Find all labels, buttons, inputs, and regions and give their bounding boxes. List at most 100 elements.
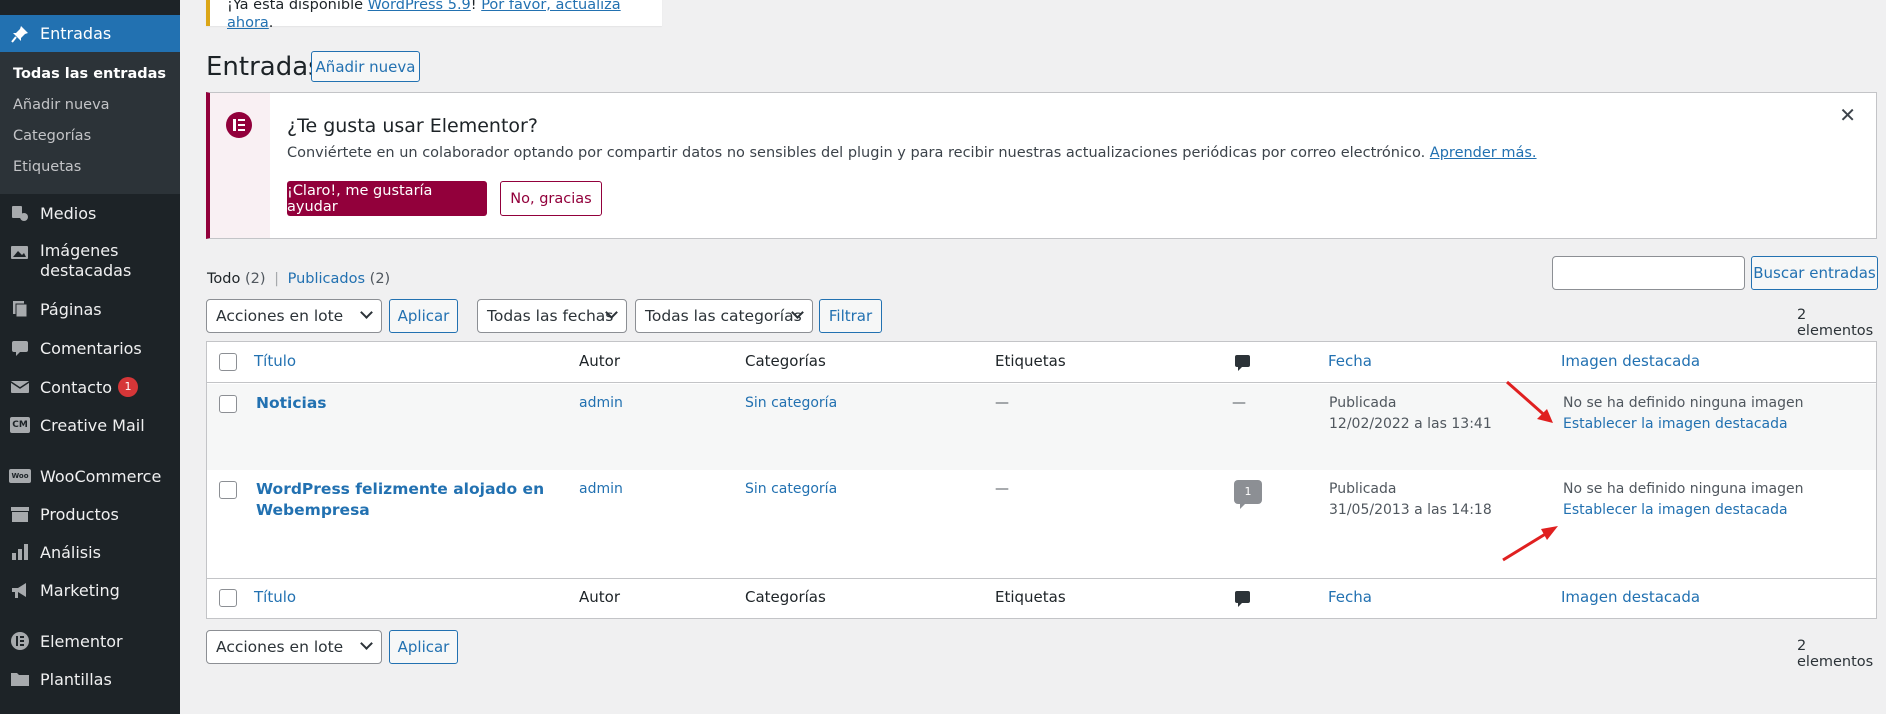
sidebar-item-contacto[interactable]: Contacto 1 <box>0 375 180 399</box>
sidebar-item-marketing[interactable]: Marketing <box>0 578 180 602</box>
search-input[interactable] <box>1552 256 1745 290</box>
elementor-notice-title: ¿Te gusta usar Elementor? <box>287 115 538 137</box>
sidebar-item-label: Marketing <box>40 580 120 600</box>
update-notice-text: ¡Ya está disponible <box>227 0 368 13</box>
set-featured-image-link[interactable]: Establecer la imagen destacada <box>1563 414 1788 435</box>
search-posts-button[interactable]: Buscar entradas <box>1751 256 1878 290</box>
bulk-actions-select-bottom[interactable]: Acciones en lote <box>206 630 382 664</box>
sidebar-item-analisis[interactable]: Análisis <box>0 540 180 564</box>
submenu-anadir-nueva[interactable]: Añadir nueva <box>13 97 110 113</box>
chevron-down-icon <box>360 637 373 650</box>
elementor-notice-description-text: Conviértete en un colaborador optando po… <box>287 145 1426 161</box>
select-all-checkbox[interactable] <box>219 353 237 371</box>
sidebar-item-label: Creative Mail <box>40 415 145 435</box>
submenu-todas-las-entradas[interactable]: Todas las entradas <box>13 66 166 82</box>
mail-icon <box>0 378 40 396</box>
view-published-count: (2) <box>369 271 391 287</box>
woo-icon: Woo <box>0 469 40 483</box>
sidebar-item-woocommerce[interactable]: Woo WooCommerce <box>0 464 180 488</box>
table-row: WordPress felizmente alojado en Webempres… <box>207 470 1876 578</box>
column-author: Autor <box>579 588 620 606</box>
learn-more-link[interactable]: Aprender más. <box>1430 145 1537 161</box>
add-new-button[interactable]: Añadir nueva <box>311 51 420 82</box>
sidebar-item-elementor[interactable]: Elementor <box>0 629 180 653</box>
post-status-views: Todo (2) | Publicados (2) <box>207 271 390 287</box>
column-date[interactable]: Fecha <box>1328 352 1372 370</box>
post-date: 31/05/2013 a las 14:18 <box>1329 502 1492 518</box>
post-title-link[interactable]: Noticias <box>256 393 327 414</box>
annotation-arrow <box>1506 380 1553 423</box>
cm-icon: CM <box>0 417 40 433</box>
sidebar-item-label: Elementor <box>40 631 123 651</box>
sidebar-item-medios[interactable]: Medios <box>0 201 180 225</box>
comments-column-icon[interactable] <box>1235 355 1250 371</box>
column-title[interactable]: Título <box>254 588 296 606</box>
sidebar-item-label: Contacto <box>40 377 113 397</box>
submenu-etiquetas[interactable]: Etiquetas <box>13 159 81 175</box>
column-title[interactable]: Título <box>254 352 296 370</box>
category-link[interactable]: Sin categoría <box>745 479 837 500</box>
column-date[interactable]: Fecha <box>1328 588 1372 606</box>
sidebar-item-label: Imágenes <box>40 241 119 260</box>
sidebar-item-label: Entradas <box>40 24 112 43</box>
sidebar-item-comentarios[interactable]: Comentarios <box>0 336 180 360</box>
sidebar-item-creative-mail[interactable]: CM Creative Mail <box>0 413 180 437</box>
comments-icon <box>0 339 40 357</box>
pages-icon <box>0 300 40 318</box>
sidebar-item-label: WooCommerce <box>40 466 162 486</box>
wordpress-version-link[interactable]: WordPress 5.9 <box>368 0 471 13</box>
comment-count-bubble[interactable]: 1 <box>1234 480 1262 509</box>
post-title-line1: WordPress felizmente alojado en <box>256 480 545 498</box>
category-link[interactable]: Sin categoría <box>745 393 837 414</box>
opt-in-button[interactable]: ¡Claro!, me gustaría ayudar <box>287 181 487 216</box>
cm-icon-text: CM <box>10 417 30 433</box>
date-filter-value: Todas las fechas <box>487 307 614 325</box>
author-link[interactable]: admin <box>579 479 623 500</box>
opt-out-button[interactable]: No, gracias <box>500 181 602 216</box>
featured-image-status: No se ha definido ninguna imagen <box>1563 395 1804 411</box>
elementor-icon <box>0 631 40 651</box>
comments-column-icon[interactable] <box>1235 591 1250 607</box>
update-notice-separator: ! <box>470 0 482 13</box>
bulk-actions-value: Acciones en lote <box>216 638 344 656</box>
archive-icon <box>0 505 40 523</box>
view-all[interactable]: Todo <box>207 271 240 287</box>
column-featured-image[interactable]: Imagen destacada <box>1561 588 1700 606</box>
set-featured-image-link[interactable]: Establecer la imagen destacada <box>1563 500 1788 521</box>
sidebar-item-productos[interactable]: Productos <box>0 502 180 526</box>
filter-button[interactable]: Filtrar <box>819 299 882 333</box>
view-separator: | <box>274 271 279 287</box>
sidebar-item-imagenes-destacadas[interactable]: Imágenes destacadas <box>0 241 180 285</box>
post-date: 12/02/2022 a las 13:41 <box>1329 416 1492 432</box>
close-icon[interactable]: ✕ <box>1839 103 1856 127</box>
sidebar-item-paginas[interactable]: Páginas <box>0 297 180 321</box>
column-featured-image[interactable]: Imagen destacada <box>1561 352 1700 370</box>
sidebar-item-label-group: Imágenes destacadas <box>40 241 131 281</box>
date-filter-select[interactable]: Todas las fechas <box>477 299 627 333</box>
view-published[interactable]: Publicados <box>288 271 365 287</box>
apply-button-bottom[interactable]: Aplicar <box>389 630 458 664</box>
images-icon <box>0 243 40 261</box>
sidebar-submenu: Todas las entradas Añadir nueva Categorí… <box>0 52 180 194</box>
folder-icon <box>0 670 40 688</box>
select-all-checkbox[interactable] <box>219 589 237 607</box>
items-count-bottom: 2 elementos <box>1797 638 1874 670</box>
author-link[interactable]: admin <box>579 393 623 414</box>
sidebar-item-plantillas[interactable]: Plantillas <box>0 667 180 691</box>
elementor-notice-description: Conviértete en un colaborador optando po… <box>287 145 1537 161</box>
row-checkbox[interactable] <box>219 395 237 413</box>
bulk-actions-select[interactable]: Acciones en lote <box>206 299 382 333</box>
woo-icon-text: Woo <box>9 469 31 483</box>
apply-button[interactable]: Aplicar <box>389 299 458 333</box>
update-notice: ¡Ya está disponible WordPress 5.9! Por f… <box>206 0 662 31</box>
table-row: Noticias admin Sin categoría — — Publica… <box>207 384 1876 470</box>
post-title-link[interactable]: WordPress felizmente alojado en Webempres… <box>256 479 544 521</box>
column-categories: Categorías <box>745 588 826 606</box>
page-title: Entradas <box>206 52 322 82</box>
sidebar-item-entradas[interactable]: Entradas <box>0 15 180 52</box>
category-filter-select[interactable]: Todas las categorías <box>635 299 813 333</box>
row-checkbox[interactable] <box>219 481 237 499</box>
submenu-categorias[interactable]: Categorías <box>13 128 91 144</box>
column-author: Autor <box>579 352 620 370</box>
comments-value: — <box>1232 395 1246 411</box>
